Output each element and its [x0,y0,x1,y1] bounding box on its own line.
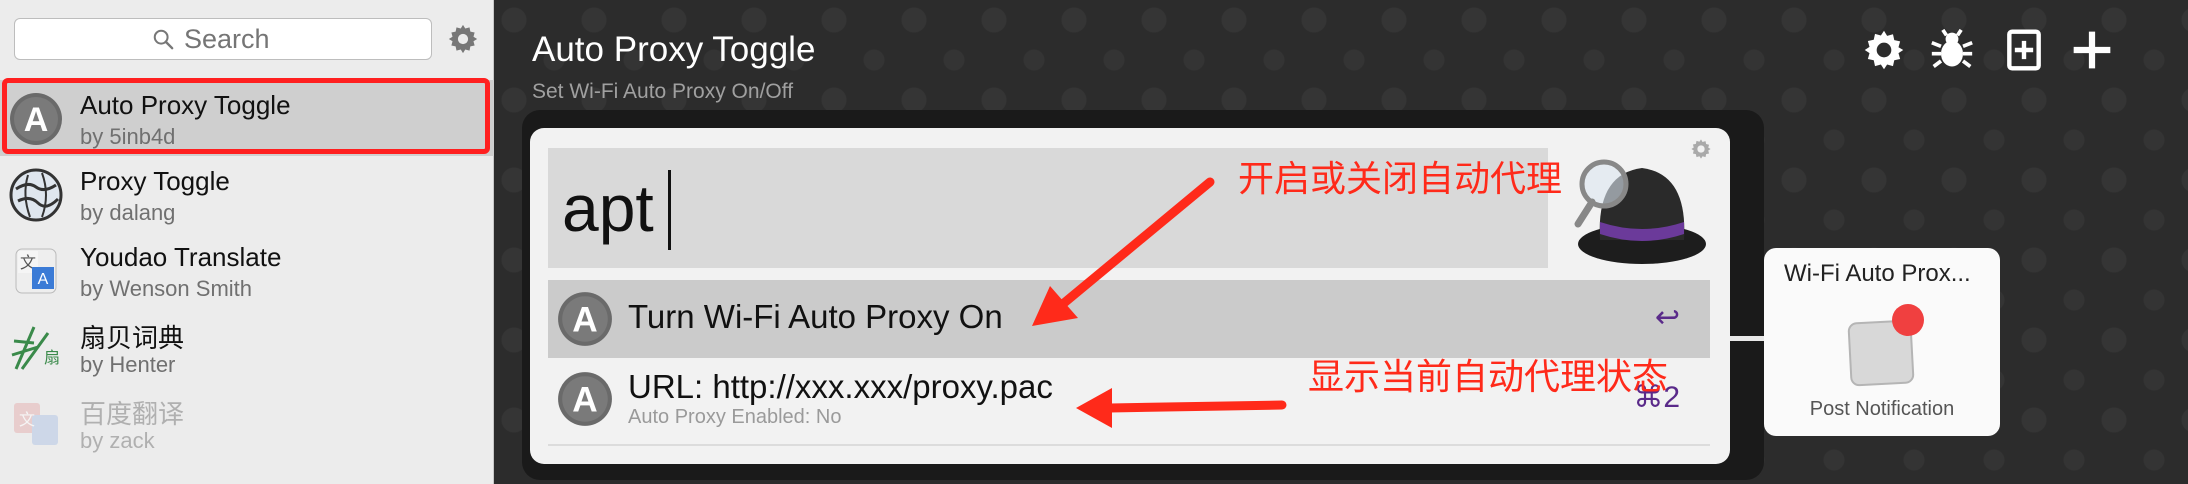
workflow-author: by Henter [80,352,176,377]
bug-icon[interactable] [1930,28,1974,72]
alfred-a-icon: A [558,372,612,426]
translate-icon: 文 A [15,248,57,294]
search-icon [153,29,174,50]
icon-glyph: 扇 [44,348,60,367]
result-subtitle: Auto Proxy Enabled: No [628,406,842,428]
workflow-item-proxy-toggle[interactable]: Proxy Toggle by dalang [0,156,494,232]
workflow-author: by zack [80,428,155,453]
query-text: apt [562,171,654,245]
bamboo-icon: 扇 [11,326,60,370]
result-title: URL: http://xxx.xxx/proxy.pac [628,368,1053,405]
workflow-author: by dalang [80,200,176,225]
workflow-name: 扇贝词典 [80,323,185,353]
svg-text:A: A [572,380,597,419]
alfred-a-icon: A [558,292,612,346]
node-label: Post Notification [1809,398,1955,420]
workflow-name: Youdao Translate [80,242,282,272]
annotation-toggle: 开启或关闭自动代理 [1238,159,1563,200]
workflow-canvas: Auto Proxy Toggle Set Wi-Fi Auto Proxy O… [494,0,2188,484]
node-title: Wi-Fi Auto Prox... [1784,260,1971,287]
svg-text:A: A [38,271,49,288]
plus-icon[interactable] [2070,28,2114,72]
workflow-item-youdao-translate[interactable]: 文 A Youdao Translate by Wenson Smith [0,232,494,308]
notification-icon [1847,304,1924,387]
text-caret [668,170,671,250]
add-note-icon[interactable] [2002,28,2046,72]
workflow-item-shanbay-dict[interactable]: 扇 扇贝词典 by Henter [0,308,494,384]
result-title: Turn Wi-Fi Auto Proxy On [628,298,1003,335]
svg-text:A: A [572,300,597,339]
workflow-subtitle: Set Wi-Fi Auto Proxy On/Off [532,80,794,103]
globe-icon [9,168,63,222]
workflow-sidebar: A Auto Proxy Toggle by 5inb4d Proxy Togg… [0,0,494,484]
annotation-status: 显示当前自动代理状态 [1308,357,1669,398]
search-input[interactable] [184,23,294,55]
workflow-item-baidu-translate[interactable]: 文 百度翻译 by zack [0,384,494,460]
post-notification-node[interactable]: Wi-Fi Auto Prox... Post Notification [1764,248,2000,436]
alfred-hat-logo-icon [1574,159,1706,264]
svg-text:文: 文 [19,410,35,429]
workflow-name: Proxy Toggle [80,166,230,196]
return-key-shortcut: ↩ [1654,301,1680,334]
selection-highlight-box [2,78,490,154]
result-row[interactable]: A Turn Wi-Fi Auto Proxy On ↩ [548,280,1710,358]
divider [548,444,1710,446]
workflow-title: Auto Proxy Toggle [532,30,816,69]
gear-icon[interactable] [1862,28,1906,72]
search-field[interactable] [14,18,432,60]
translate-icon: 文 [14,403,58,445]
gear-icon[interactable] [446,22,480,56]
workflow-author: by Wenson Smith [80,276,253,301]
workflow-name: 百度翻译 [80,399,185,429]
